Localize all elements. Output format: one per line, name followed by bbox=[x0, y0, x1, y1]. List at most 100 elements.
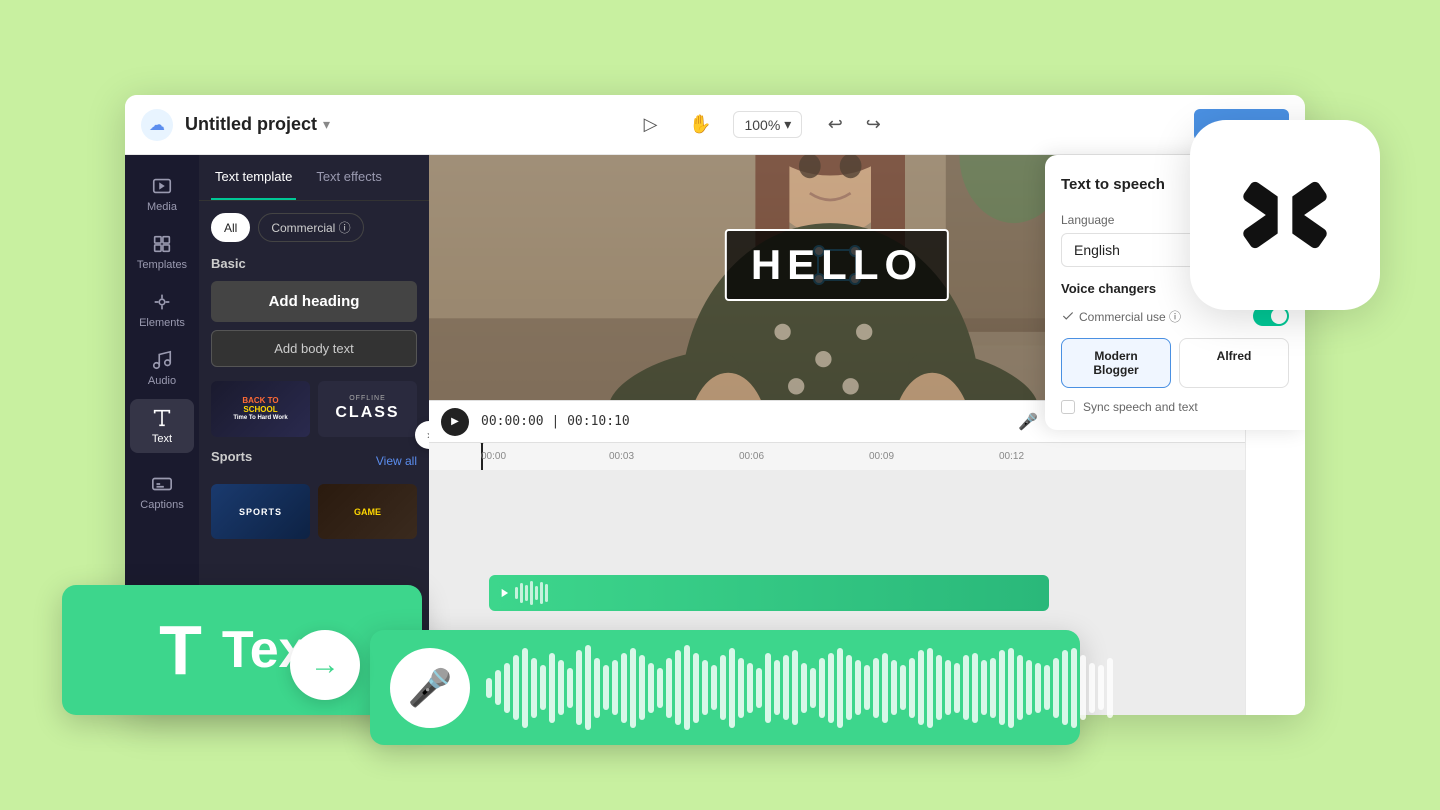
timeline-ruler: 00:00 00:03 00:06 00:09 00:12 bbox=[429, 442, 1245, 470]
sidebar-item-captions-label: Captions bbox=[140, 499, 183, 511]
template-card-class[interactable]: OFFLINE CLASS bbox=[318, 381, 417, 437]
wave-bar-23 bbox=[693, 653, 699, 723]
wave-bar-35 bbox=[801, 663, 807, 713]
tab-text-template[interactable]: Text template bbox=[211, 155, 296, 200]
redo-button[interactable]: ↪ bbox=[856, 108, 890, 142]
wave-bar-22 bbox=[684, 645, 690, 730]
sports-section: Sports View all SPORTS GAME bbox=[211, 449, 417, 540]
wave-bar-0 bbox=[486, 678, 492, 698]
voice-card-alfred[interactable]: Alfred bbox=[1179, 338, 1289, 388]
project-title-area[interactable]: Untitled project ▾ bbox=[185, 114, 330, 135]
wave-bar-26 bbox=[720, 655, 726, 720]
wave-bar-18 bbox=[648, 663, 654, 713]
wave-bar-8 bbox=[558, 660, 564, 715]
wave-bar-52 bbox=[954, 663, 960, 713]
sports-template-card-2[interactable]: GAME bbox=[318, 484, 417, 540]
wave-bar-14 bbox=[612, 660, 618, 715]
undo-button[interactable]: ↩ bbox=[818, 108, 852, 142]
wave-bar-30 bbox=[756, 668, 762, 708]
wave-bar-57 bbox=[999, 650, 1005, 725]
mic-icon: 🎤 bbox=[408, 667, 453, 709]
check-icon bbox=[1061, 309, 1075, 323]
track-waveform bbox=[515, 581, 1041, 605]
wave-bar-51 bbox=[945, 660, 951, 715]
voice-card-modern-blogger-label: Modern Blogger bbox=[1072, 349, 1160, 377]
wave-bar-39 bbox=[837, 648, 843, 728]
voice-card-modern-blogger[interactable]: Modern Blogger bbox=[1061, 338, 1171, 388]
wave-bar-27 bbox=[729, 648, 735, 728]
commercial-use-label: Commercial use ⓘ bbox=[1061, 308, 1181, 325]
cursor-tool-button[interactable]: ▷ bbox=[633, 108, 667, 142]
zoom-control[interactable]: 100% ▾ bbox=[733, 111, 802, 138]
chevron-down-icon: ▾ bbox=[323, 116, 330, 133]
wave-bar-17 bbox=[639, 655, 645, 720]
mic-timeline-button[interactable]: 🎤 bbox=[1013, 407, 1043, 437]
sports-template-grid: SPORTS GAME bbox=[211, 484, 417, 540]
wave-bar-6 bbox=[540, 665, 546, 710]
wave-bar-29 bbox=[747, 663, 753, 713]
sidebar-item-text[interactable]: Text bbox=[130, 399, 194, 453]
top-bar-left: ☁ Untitled project ▾ bbox=[141, 109, 330, 141]
voice-card-alfred-label: Alfred bbox=[1190, 349, 1278, 363]
time-current: 00:00:00 bbox=[481, 414, 544, 429]
filter-commercial-button[interactable]: Commercial ⓘ bbox=[258, 213, 363, 242]
capcut-logo-big bbox=[1190, 120, 1380, 310]
sidebar-item-templates[interactable]: Templates bbox=[130, 225, 194, 279]
waveform-bars bbox=[486, 648, 1113, 728]
ruler-mark-12: 00:12 bbox=[999, 451, 1024, 462]
wave-bar-2 bbox=[504, 663, 510, 713]
wave-bar-25 bbox=[711, 665, 717, 710]
add-heading-button[interactable]: Add heading bbox=[211, 281, 417, 322]
template-grid: BACK TO SCHOOL Time To Hard Work OFFLINE… bbox=[211, 381, 417, 437]
wave-bar-55 bbox=[981, 660, 987, 715]
wave-bar-1 bbox=[495, 670, 501, 705]
sidebar-item-captions[interactable]: Captions bbox=[130, 465, 194, 519]
ruler-mark-9: 00:09 bbox=[869, 451, 894, 462]
wave-bar-34 bbox=[792, 650, 798, 725]
sidebar-item-elements[interactable]: Elements bbox=[130, 283, 194, 337]
time-total: 00:10:10 bbox=[567, 414, 630, 429]
sidebar-item-audio-label: Audio bbox=[148, 375, 176, 387]
timeline-track[interactable] bbox=[489, 575, 1049, 611]
wave-bar-58 bbox=[1008, 648, 1014, 728]
wave-bar-13 bbox=[603, 665, 609, 710]
sidebar-item-templates-label: Templates bbox=[137, 259, 187, 271]
ruler-mark-3: 00:03 bbox=[609, 451, 634, 462]
wave-bar-65 bbox=[1071, 648, 1077, 728]
arrow-circle-button[interactable]: → bbox=[290, 630, 360, 700]
wave-bar-46 bbox=[900, 665, 906, 710]
filter-bar: All Commercial ⓘ bbox=[211, 213, 417, 242]
add-body-text-button[interactable]: Add body text bbox=[211, 330, 417, 367]
template-class-offline: OFFLINE bbox=[349, 395, 386, 402]
hello-text-element[interactable]: HELLO bbox=[725, 229, 949, 301]
track-icon bbox=[497, 586, 511, 600]
project-title: Untitled project bbox=[185, 114, 317, 135]
top-bar: ☁ Untitled project ▾ ▷ ✋ 100% ▾ ↩ ↪ ↑ Ex… bbox=[125, 95, 1305, 155]
text-bubble-floating: T Text bbox=[62, 585, 422, 715]
sync-checkbox[interactable] bbox=[1061, 400, 1075, 414]
playhead-triangle bbox=[476, 442, 488, 445]
cloud-icon[interactable]: ☁ bbox=[141, 109, 173, 141]
sidebar-item-audio[interactable]: Audio bbox=[130, 341, 194, 395]
hand-tool-button[interactable]: ✋ bbox=[683, 108, 717, 142]
template-card-back-to-school[interactable]: BACK TO SCHOOL Time To Hard Work bbox=[211, 381, 310, 437]
basic-section-title: Basic bbox=[211, 256, 417, 271]
sports-template-card-1[interactable]: SPORTS bbox=[211, 484, 310, 540]
arrow-icon: → bbox=[310, 648, 340, 682]
ruler-mark-6: 00:06 bbox=[739, 451, 764, 462]
wave-bar-48 bbox=[918, 650, 924, 725]
wave-bar-62 bbox=[1044, 665, 1050, 710]
tab-text-effects[interactable]: Text effects bbox=[312, 155, 386, 200]
undo-redo-group: ↩ ↪ bbox=[818, 108, 890, 142]
filter-all-button[interactable]: All bbox=[211, 213, 250, 242]
play-button[interactable]: ▶ bbox=[441, 408, 469, 436]
sync-row: Sync speech and text bbox=[1061, 400, 1289, 414]
wave-bar-43 bbox=[873, 658, 879, 718]
voice-cards: Modern Blogger Alfred bbox=[1061, 338, 1289, 388]
zoom-level: 100% bbox=[744, 117, 780, 133]
tts-title: Text to speech bbox=[1061, 176, 1165, 193]
sidebar-item-media[interactable]: Media bbox=[130, 167, 194, 221]
wave-bar-15 bbox=[621, 653, 627, 723]
template-class-main: CLASS bbox=[335, 404, 399, 422]
view-all-link[interactable]: View all bbox=[376, 454, 417, 468]
